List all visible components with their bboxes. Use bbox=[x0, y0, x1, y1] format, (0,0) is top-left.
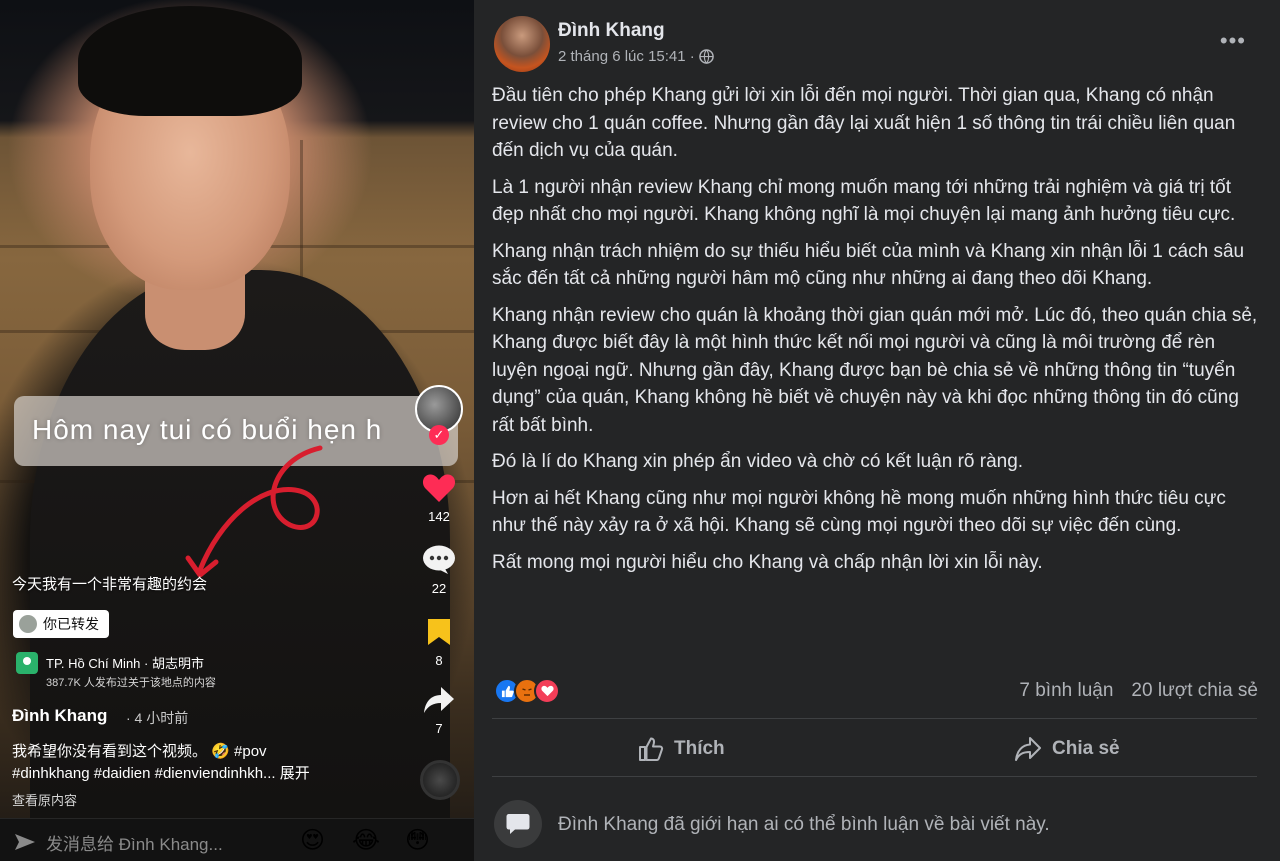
emoji-laughing-button[interactable]: 😂 bbox=[352, 827, 380, 855]
more-options-button[interactable]: ••• bbox=[1220, 28, 1246, 54]
save-count: 8 bbox=[435, 653, 443, 668]
post-timestamp[interactable]: 2 tháng 6 lúc 15:41 · bbox=[558, 48, 695, 65]
video-author-name[interactable]: Đình Khang bbox=[12, 706, 107, 726]
short-video-panel[interactable]: Hôm nay tui có buổi hẹn h ✓ 142 22 8 7 今… bbox=[0, 0, 474, 861]
message-placeholder: 发消息给 Đình Khang... bbox=[46, 834, 223, 854]
post-paragraph: Khang nhận review cho quán là khoảng thờ… bbox=[492, 304, 1258, 436]
post-paragraph: Đó là lí do Khang xin phép ẩn video và c… bbox=[492, 451, 1024, 472]
reposted-label: 你已转发 bbox=[43, 616, 99, 632]
share-arrow-icon bbox=[424, 687, 454, 713]
post-stats: 7 bình luận 20 lượt chia sẻ bbox=[1019, 680, 1258, 702]
facebook-post: Đình Khang 2 tháng 6 lúc 15:41 · ••• Đầu… bbox=[474, 0, 1280, 861]
red-arrow-annotation bbox=[185, 445, 323, 578]
share-count: 7 bbox=[435, 721, 443, 736]
video-time-ago: · 4 小时前 bbox=[126, 710, 189, 726]
post-meta: 2 tháng 6 lúc 15:41 · bbox=[558, 48, 714, 65]
heart-icon bbox=[422, 474, 456, 502]
comment-action[interactable]: 22 bbox=[410, 545, 468, 596]
location-post-count: 387.7K 人发布过关于该地点的内容 bbox=[46, 677, 216, 689]
post-paragraph: Khang nhận trách nhiệm do sự thiếu hiểu … bbox=[492, 240, 1245, 290]
globe-icon bbox=[698, 49, 714, 64]
message-input[interactable]: 发消息给 Đình Khang... bbox=[14, 827, 284, 857]
post-paragraph: Đầu tiên cho phép Khang gửi lời xin lỗi … bbox=[492, 85, 1236, 161]
music-disc-icon[interactable] bbox=[420, 760, 460, 800]
bookmark-icon bbox=[428, 619, 450, 645]
like-action[interactable]: 142 bbox=[410, 473, 468, 524]
location-name[interactable]: TP. Hồ Chí Minh · 胡志明市 bbox=[46, 653, 204, 672]
comment-restricted-icon-wrap bbox=[494, 800, 542, 848]
share-action[interactable]: 7 bbox=[410, 685, 468, 736]
post-author-name[interactable]: Đình Khang bbox=[558, 20, 665, 42]
post-paragraph: Rất mong mọi người hiểu cho Khang và chấ… bbox=[492, 551, 1043, 573]
repost-avatar-icon bbox=[19, 615, 37, 633]
like-button-label: Thích bbox=[674, 738, 725, 759]
like-button[interactable]: Thích bbox=[638, 730, 725, 768]
emoji-flushed-button[interactable]: 😳 bbox=[405, 827, 430, 855]
video-subtitle: 今天我有一个非常有趣的约会 bbox=[12, 576, 208, 593]
comment-bubble-icon bbox=[423, 545, 455, 574]
comment-restricted-notice: Đình Khang đã giới hạn ai có thể bình lu… bbox=[558, 814, 1050, 835]
send-arrow-icon bbox=[15, 834, 35, 850]
comment-count: 22 bbox=[431, 581, 447, 596]
video-description-line1: 我希望你没有看到这个视频。 🤣 #pov bbox=[12, 743, 267, 760]
share-icon bbox=[1015, 737, 1041, 761]
location-pin-icon[interactable] bbox=[16, 652, 38, 674]
divider bbox=[492, 776, 1257, 777]
view-original-link[interactable]: 查看原内容 bbox=[12, 790, 77, 809]
post-paragraph: Hơn ai hết Khang cũng như mọi người khôn… bbox=[492, 487, 1226, 537]
post-body: Đầu tiên cho phép Khang gửi lời xin lỗi … bbox=[492, 82, 1262, 585]
speech-bubble-icon bbox=[506, 814, 530, 834]
author-avatar[interactable] bbox=[494, 16, 550, 72]
post-paragraph: Là 1 người nhận review Khang chỉ mong mu… bbox=[492, 176, 1236, 226]
person-hair bbox=[78, 6, 302, 116]
divider bbox=[492, 718, 1257, 719]
share-button-label: Chia sẻ bbox=[1052, 738, 1120, 759]
like-count: 142 bbox=[428, 509, 450, 524]
love-reaction-icon bbox=[534, 678, 560, 704]
follow-icon[interactable]: ✓ bbox=[429, 425, 449, 445]
comment-count-link[interactable]: 7 bình luận bbox=[1019, 680, 1113, 702]
share-count-link[interactable]: 20 lượt chia sẻ bbox=[1131, 680, 1258, 702]
emoji-heart-eyes-button[interactable]: 😍 bbox=[300, 827, 325, 855]
save-action[interactable]: 8 bbox=[410, 617, 468, 668]
thumbs-up-icon bbox=[639, 737, 664, 761]
video-description-line2[interactable]: #dinhkhang #daidien #dienviendinhkh... 展… bbox=[12, 762, 310, 783]
share-button[interactable]: Chia sẻ bbox=[1014, 730, 1120, 768]
reposted-chip[interactable]: 你已转发 bbox=[13, 610, 109, 638]
reaction-summary[interactable] bbox=[494, 678, 560, 704]
message-bar: 发消息给 Đình Khang... 😍 😂 😳 bbox=[0, 818, 474, 861]
